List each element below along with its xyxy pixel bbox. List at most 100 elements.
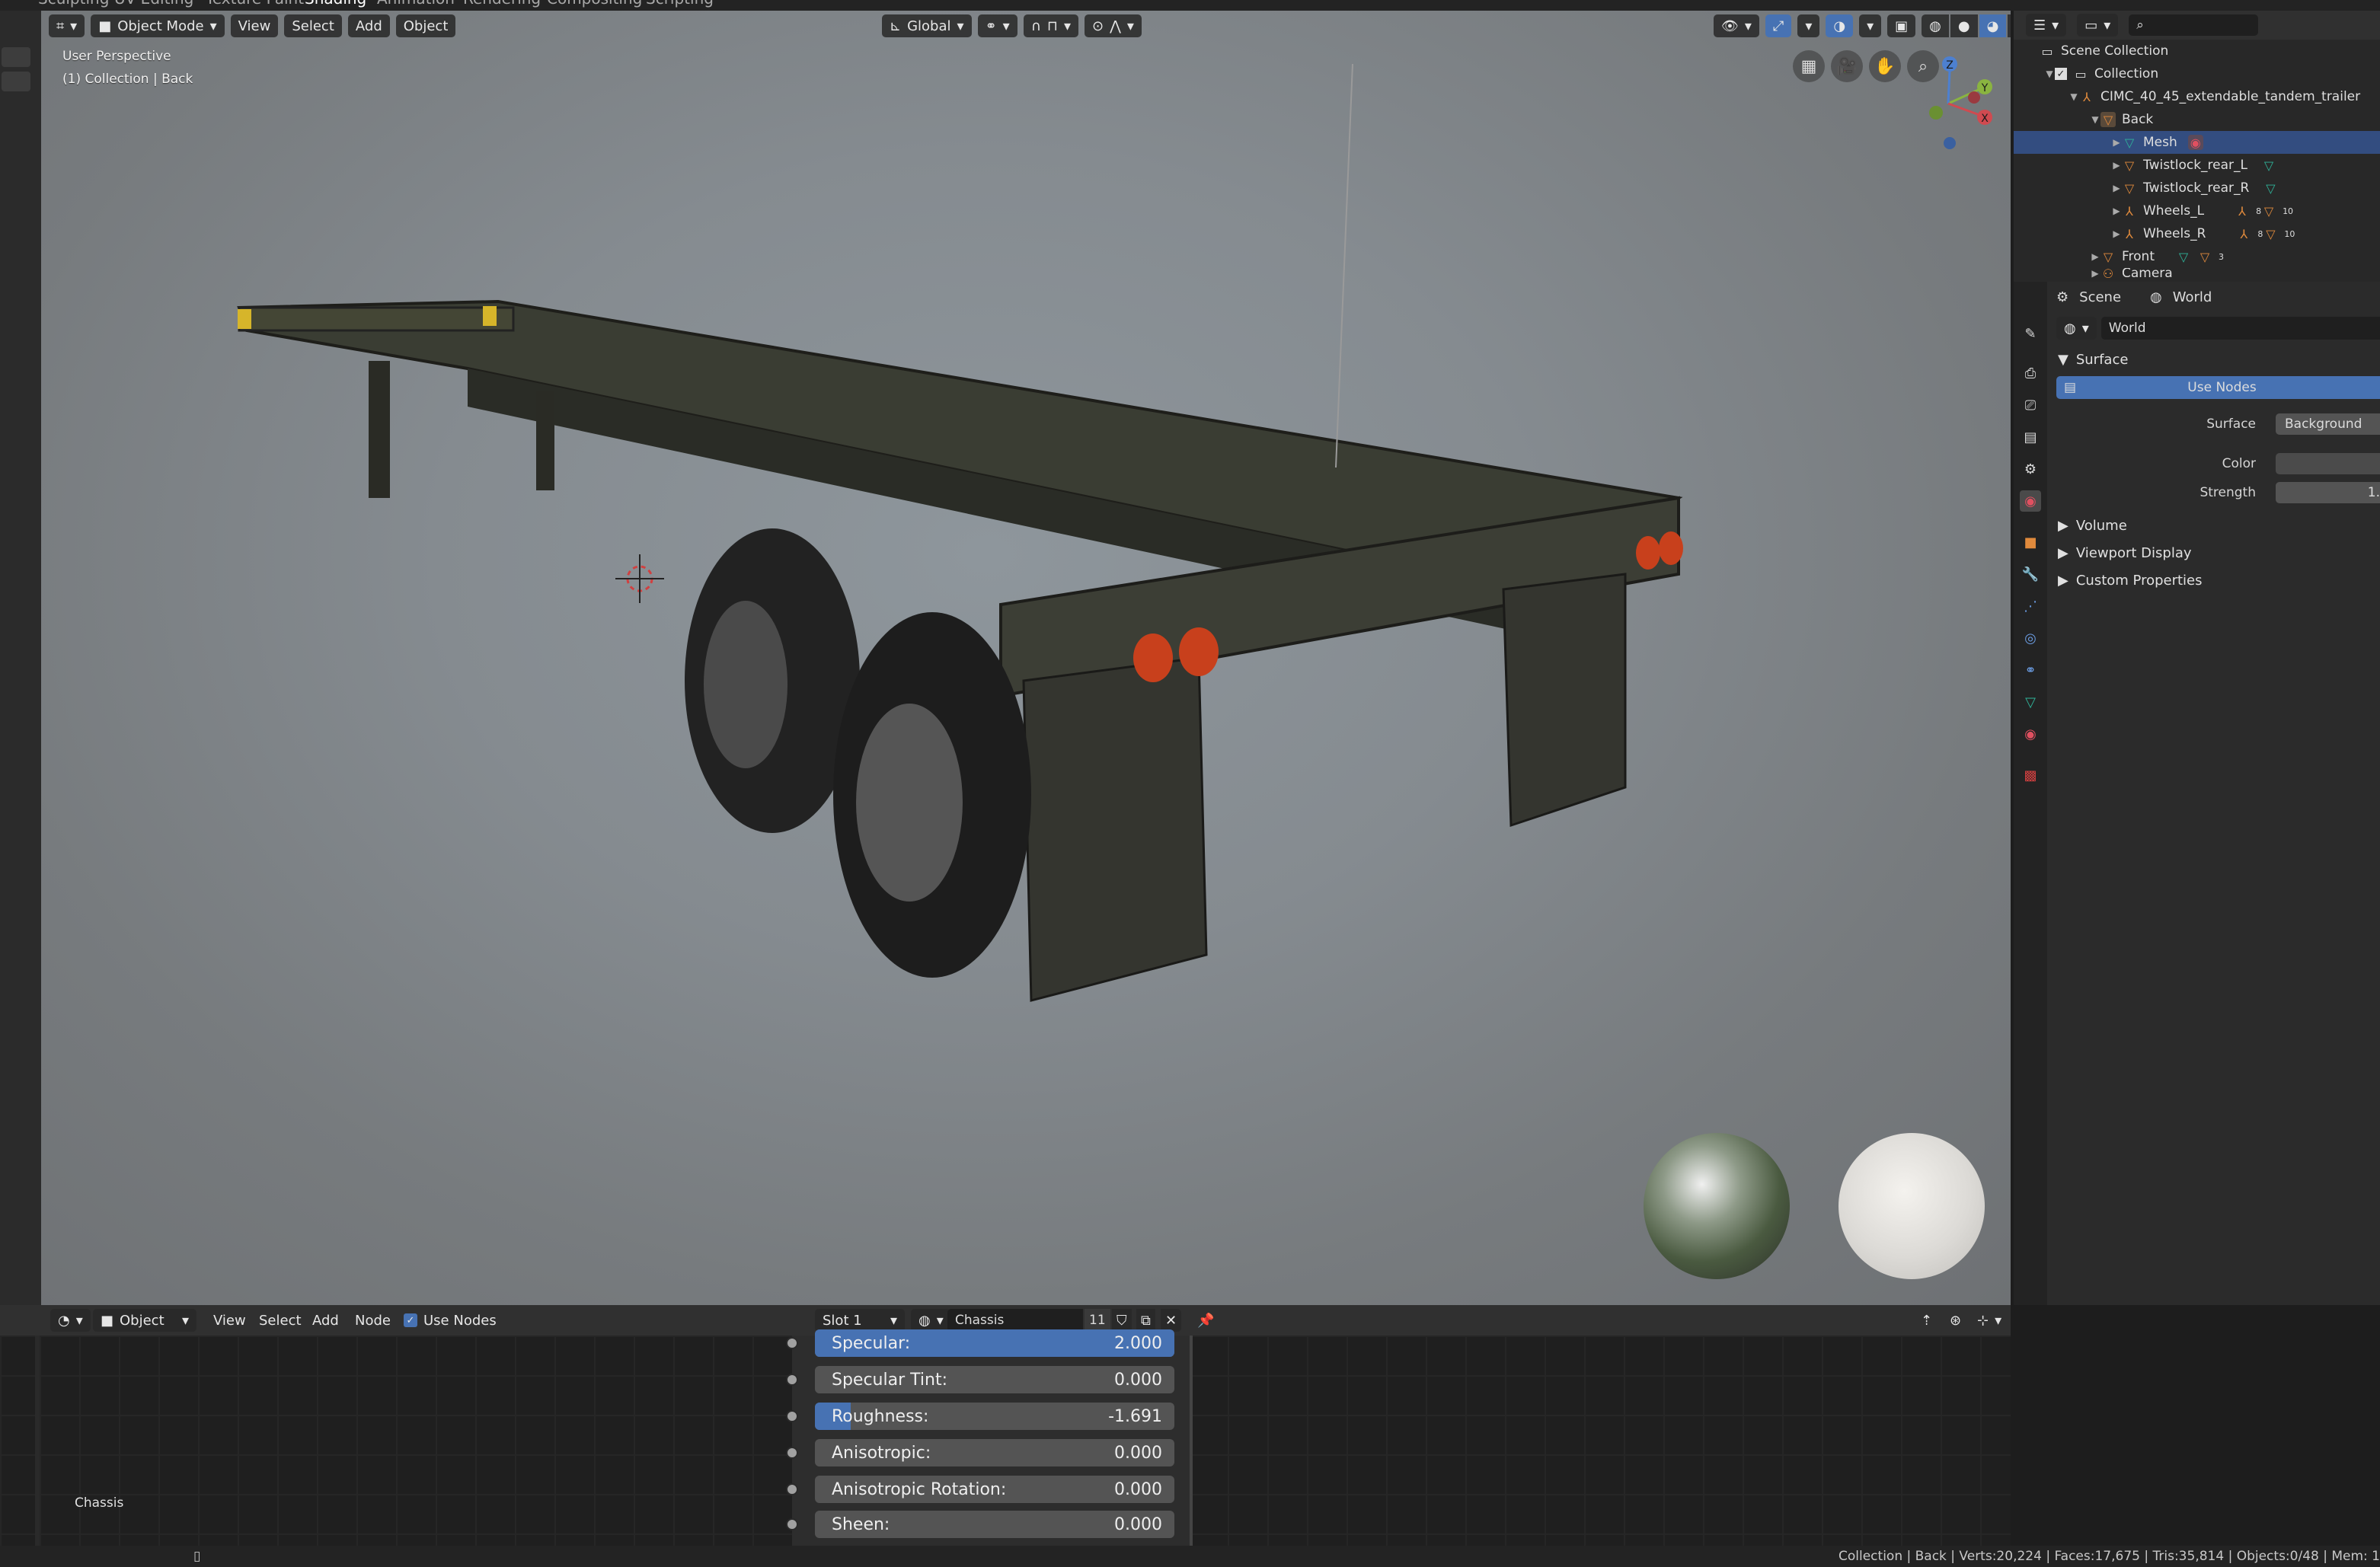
constraints-tab-icon[interactable]: ⚭ xyxy=(2020,659,2041,681)
world-tab-icon[interactable]: ◉ xyxy=(2020,490,2041,512)
modifier-wrench-icon[interactable]: 🔧 xyxy=(2020,563,2041,585)
tab-compositing[interactable]: Compositing xyxy=(547,0,642,8)
socket-label: Roughness: xyxy=(832,1406,929,1426)
material-browse-button[interactable]: ◍ ▾ xyxy=(911,1309,951,1332)
world-browse-button[interactable]: ◍ ▾ xyxy=(2056,317,2097,340)
specular-tint-slider[interactable]: Specular Tint: 0.000 xyxy=(815,1366,1174,1393)
tool-tab-icon[interactable]: ✎ xyxy=(2020,323,2041,344)
tab-scripting[interactable]: Scripting xyxy=(646,0,714,8)
tool-cursor-icon[interactable] xyxy=(2,72,30,91)
tree-armature[interactable]: ▼ ⅄ CIMC_40_45_extendable_tandem_trailer xyxy=(2014,85,2380,108)
socket-dot[interactable] xyxy=(786,1447,798,1459)
color-swatch[interactable] xyxy=(2276,453,2380,474)
use-nodes-button[interactable]: ▤ Use Nodes xyxy=(2056,376,2380,399)
sheen-slider[interactable]: Sheen: 0.000 xyxy=(815,1511,1174,1538)
properties-content: ⚙ Scene ◍ World ◍ ▾ World ▼ Surface ▤ Use No… xyxy=(2047,282,2380,1305)
tree-back[interactable]: ▼ ▽ Back xyxy=(2014,108,2380,131)
surface-panel-header[interactable]: ▼ Surface xyxy=(2047,346,2380,373)
tree-scene-collection[interactable]: ▭ Scene Collection xyxy=(2014,40,2380,62)
display-mode-dropdown[interactable]: ▭ ▾ xyxy=(2077,14,2119,37)
snap-node-icon[interactable]: ⊛ xyxy=(1942,1309,1969,1332)
tree-wheels-r[interactable]: ▶ ⅄ Wheels_R ⅄ 8 ▽ 10 xyxy=(2014,222,2380,245)
volume-panel-header[interactable]: ▶ Volume xyxy=(2047,512,2380,539)
render-tab-icon[interactable]: ⎙ xyxy=(2020,362,2041,384)
duplicate-material-icon[interactable]: ⧉ xyxy=(1136,1309,1155,1332)
3d-viewport[interactable]: ⌗ ▾ ■ Object Mode ▾ View Select Add Object … xyxy=(41,11,2011,1305)
node-snap-dropdown[interactable]: ⊹ ▾ xyxy=(1969,1309,2009,1332)
trailer-model xyxy=(237,63,1683,1002)
unlink-material-icon[interactable]: ✕ xyxy=(1161,1309,1182,1332)
expand-triangle-icon[interactable]: ▶ xyxy=(2111,160,2122,171)
socket-dot[interactable] xyxy=(786,1337,798,1349)
surface-shader-dropdown[interactable]: Background xyxy=(2276,413,2380,435)
outliner-editor-type[interactable]: ☰ ▾ xyxy=(2026,14,2067,37)
anisotropic-rotation-slider[interactable]: Anisotropic Rotation: 0.000 xyxy=(815,1476,1174,1503)
tree-twistlock-l[interactable]: ▶ ▽ Twistlock_rear_L ▽ xyxy=(2014,154,2380,177)
node-menu-node[interactable]: Node xyxy=(347,1309,398,1332)
status-bar: ▯ Collection | Back | Verts:20,224 | Fac… xyxy=(0,1546,2380,1567)
strength-field[interactable]: 1. xyxy=(2276,482,2380,503)
outliner-search-input[interactable]: ⌕ xyxy=(2129,14,2259,36)
tab-sculpting[interactable]: Sculpting xyxy=(38,0,109,8)
expand-triangle-icon[interactable]: ▶ xyxy=(2111,183,2122,193)
material-name-field[interactable]: Chassis xyxy=(947,1309,1083,1332)
chevron-down-icon: ▾ xyxy=(890,1312,897,1329)
socket-dot[interactable] xyxy=(786,1374,798,1386)
tree-wheels-l[interactable]: ▶ ⅄ Wheels_L ⅄ 8 ▽ 10 xyxy=(2014,199,2380,222)
tab-shading[interactable]: Shading xyxy=(305,0,366,8)
material-tab-icon[interactable]: ◉ xyxy=(2020,723,2041,745)
display-mode-icon: ▭ xyxy=(2084,17,2098,34)
collapse-triangle-icon[interactable]: ▼ xyxy=(2069,91,2079,102)
collapse-triangle-icon[interactable]: ▼ xyxy=(2090,114,2100,125)
node-editor-type[interactable]: ◔ ▾ xyxy=(50,1309,91,1332)
tab-uv-editing[interactable]: UV Editing xyxy=(114,0,193,8)
expand-triangle-icon[interactable]: ▶ xyxy=(2090,268,2100,279)
node-menu-select[interactable]: Select xyxy=(251,1309,309,1332)
expand-triangle-icon[interactable]: ▶ xyxy=(2111,228,2122,239)
parent-node-tree-icon[interactable]: ⇡ xyxy=(1913,1309,1940,1332)
particles-tab-icon[interactable]: ⋰ xyxy=(2020,595,2041,617)
node-canvas[interactable]: Chassis Specular: 2.000 Specular Tint: 0.0… xyxy=(0,1329,2011,1546)
texture-tab-icon[interactable]: ▩ xyxy=(2020,764,2041,786)
tree-twistlock-r[interactable]: ▶ ▽ Twistlock_rear_R ▽ xyxy=(2014,177,2380,199)
viewport-display-panel-header[interactable]: ▶ Viewport Display xyxy=(2047,539,2380,566)
pin-icon[interactable]: 📌 xyxy=(1190,1309,1222,1332)
mesh-data-tab-icon[interactable]: ▽ xyxy=(2020,691,2041,713)
collapse-triangle-icon[interactable]: ▼ xyxy=(2044,69,2055,79)
node-menu-view[interactable]: View xyxy=(206,1309,254,1332)
socket-dot[interactable] xyxy=(786,1483,798,1495)
socket-dot[interactable] xyxy=(786,1410,798,1422)
expand-triangle-icon[interactable]: ▶ xyxy=(2111,206,2122,216)
tab-rendering[interactable]: Rendering xyxy=(463,0,541,8)
shader-type-dropdown[interactable]: ■ Object ▾ xyxy=(93,1309,196,1332)
tree-collection[interactable]: ▼ ✓ ▭ Collection xyxy=(2014,62,2380,85)
object-tab-icon[interactable]: ■ xyxy=(2020,531,2041,553)
tree-front[interactable]: ▶ ▽ Front ▽ ▽ 3 xyxy=(2014,245,2380,268)
world-name-field[interactable]: World xyxy=(2100,317,2380,340)
anisotropic-slider[interactable]: Anisotropic: 0.000 xyxy=(815,1439,1174,1466)
expand-triangle-icon[interactable]: ▶ xyxy=(2111,137,2122,148)
output-tab-icon[interactable]: ⎚ xyxy=(2020,394,2041,416)
count-badge: 10 xyxy=(2283,206,2294,216)
tab-animation[interactable]: Animation xyxy=(377,0,455,8)
socket-dot[interactable] xyxy=(786,1518,798,1530)
physics-tab-icon[interactable]: ◎ xyxy=(2020,627,2041,649)
node-menu-add[interactable]: Add xyxy=(305,1309,347,1332)
material-icon[interactable]: ◉ xyxy=(2187,135,2203,150)
material-slot-dropdown[interactable]: Slot 1 ▾ xyxy=(815,1309,905,1332)
view-layer-tab-icon[interactable]: ▤ xyxy=(2020,426,2041,448)
tree-camera[interactable]: ▶ ⚇ Camera xyxy=(2014,268,2380,279)
chevron-down-icon: ▾ xyxy=(181,1312,189,1329)
tab-texture-paint[interactable]: Texture Paint xyxy=(206,0,304,8)
scene-tab-icon[interactable]: ⚙ xyxy=(2020,458,2041,480)
use-nodes-toggle[interactable]: ✓ Use Nodes xyxy=(396,1309,504,1332)
fake-user-icon[interactable]: ⛉ xyxy=(1112,1309,1132,1332)
specular-slider[interactable]: Specular: 2.000 xyxy=(815,1329,1174,1357)
material-users-count[interactable]: 11 xyxy=(1085,1309,1110,1332)
custom-properties-panel-header[interactable]: ▶ Custom Properties xyxy=(2047,566,2380,594)
tool-select-icon[interactable] xyxy=(2,47,30,67)
checkbox-icon[interactable]: ✓ xyxy=(2055,68,2067,80)
expand-triangle-icon[interactable]: ▶ xyxy=(2090,251,2100,262)
tree-mesh[interactable]: ▶ ▽ Mesh ◉ xyxy=(2014,131,2380,154)
roughness-slider[interactable]: Roughness: -1.691 xyxy=(815,1403,1174,1430)
